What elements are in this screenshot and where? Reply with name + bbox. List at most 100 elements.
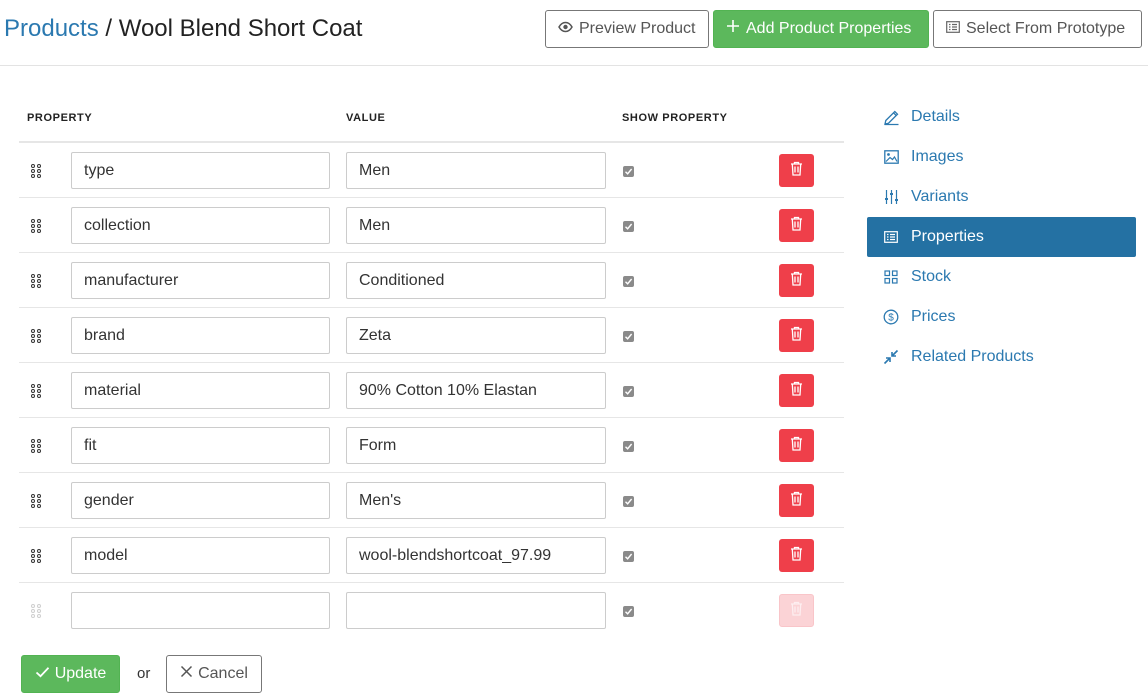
breadcrumb-products-link[interactable]: Products — [4, 15, 99, 42]
property-name-input[interactable] — [71, 152, 330, 189]
table-row — [19, 528, 844, 583]
drag-handle-icon[interactable] — [31, 219, 41, 233]
property-value-input[interactable] — [346, 262, 606, 299]
drag-handle-icon[interactable] — [31, 604, 41, 618]
sliders-icon — [882, 188, 900, 206]
property-value-input[interactable] — [346, 427, 606, 464]
show-property-checkbox[interactable] — [623, 166, 634, 177]
drag-handle-icon[interactable] — [31, 329, 41, 343]
nav-variants-label: Variants — [911, 188, 969, 205]
nav-properties[interactable]: Properties — [867, 217, 1136, 257]
select-from-prototype-button[interactable]: Select From Prototype — [933, 10, 1142, 48]
nav-stock-label: Stock — [911, 268, 952, 285]
drag-handle-icon[interactable] — [31, 274, 41, 288]
delete-property-button[interactable] — [779, 594, 814, 627]
update-label: Update — [54, 665, 107, 682]
table-row — [19, 418, 844, 473]
nav-properties-label: Properties — [911, 228, 984, 245]
delete-property-button[interactable] — [779, 539, 814, 572]
trash-icon — [790, 381, 803, 401]
nav-images[interactable]: Images — [867, 137, 1136, 177]
product-name: Wool Blend Short Coat — [118, 15, 363, 42]
property-column-header: PROPERTY — [27, 112, 93, 124]
add-product-properties-button[interactable]: Add Product Properties — [713, 10, 929, 48]
drag-handle-icon[interactable] — [31, 384, 41, 398]
nav-variants[interactable]: Variants — [867, 177, 1136, 217]
eye-icon — [558, 11, 573, 47]
show-property-checkbox[interactable] — [623, 276, 634, 287]
cancel-button[interactable]: Cancel — [166, 655, 262, 693]
property-name-input[interactable] — [71, 482, 330, 519]
property-value-input[interactable] — [346, 372, 606, 409]
property-name-input[interactable] — [71, 262, 330, 299]
preview-product-button[interactable]: Preview Product — [545, 10, 709, 48]
update-button[interactable]: Update — [21, 655, 120, 693]
show-property-checkbox[interactable] — [623, 441, 634, 452]
property-name-input[interactable] — [71, 207, 330, 244]
property-name-input[interactable] — [71, 317, 330, 354]
delete-property-button[interactable] — [779, 209, 814, 242]
delete-property-button[interactable] — [779, 374, 814, 407]
trash-icon — [790, 271, 803, 291]
nav-related-products[interactable]: Related Products — [867, 337, 1136, 377]
delete-property-button[interactable] — [779, 154, 814, 187]
show-property-checkbox[interactable] — [623, 551, 634, 562]
property-value-input[interactable] — [346, 207, 606, 244]
arrows-in-icon — [882, 348, 900, 366]
property-value-input[interactable] — [346, 592, 606, 629]
nav-images-label: Images — [911, 148, 964, 165]
table-row — [19, 473, 844, 528]
delete-property-button[interactable] — [779, 484, 814, 517]
show-property-checkbox[interactable] — [623, 496, 634, 507]
svg-text:$: $ — [888, 313, 894, 324]
property-value-input[interactable] — [346, 482, 606, 519]
drag-handle-icon[interactable] — [31, 494, 41, 508]
page-header: Products / Wool Blend Short Coat Preview… — [0, 0, 1148, 66]
show-property-column-header: SHOW PROPERTY — [622, 112, 728, 124]
property-name-input[interactable] — [71, 427, 330, 464]
drag-handle-icon[interactable] — [31, 164, 41, 178]
plus-icon — [726, 11, 740, 47]
drag-handle-icon[interactable] — [31, 439, 41, 453]
dollar-icon: $ — [882, 308, 900, 326]
show-property-checkbox[interactable] — [623, 221, 634, 232]
show-property-checkbox[interactable] — [623, 331, 634, 342]
breadcrumb-separator: / — [105, 15, 113, 42]
nav-prices[interactable]: $ Prices — [867, 297, 1136, 337]
property-name-input[interactable] — [71, 592, 330, 629]
add-product-properties-label: Add Product Properties — [746, 20, 912, 37]
nav-related-products-label: Related Products — [911, 348, 1034, 365]
table-row — [19, 308, 844, 363]
page-title: Products / Wool Blend Short Coat — [4, 14, 362, 44]
nav-stock[interactable]: Stock — [867, 257, 1136, 297]
delete-property-button[interactable] — [779, 319, 814, 352]
property-name-input[interactable] — [71, 537, 330, 574]
preview-product-label: Preview Product — [579, 20, 696, 37]
nav-details[interactable]: Details — [867, 97, 1136, 137]
trash-icon — [790, 436, 803, 456]
show-property-checkbox[interactable] — [623, 386, 634, 397]
delete-property-button[interactable] — [779, 264, 814, 297]
property-value-input[interactable] — [346, 152, 606, 189]
trash-icon — [790, 491, 803, 511]
value-column-header: VALUE — [346, 112, 386, 124]
property-value-input[interactable] — [346, 317, 606, 354]
trash-icon — [790, 326, 803, 346]
table-row — [19, 198, 844, 253]
nav-prices-label: Prices — [911, 308, 956, 325]
delete-property-button[interactable] — [779, 429, 814, 462]
close-icon — [180, 665, 193, 683]
trash-icon — [790, 161, 803, 181]
list-icon — [882, 228, 900, 246]
trash-icon — [790, 601, 803, 621]
or-text: or — [137, 665, 151, 682]
drag-handle-icon[interactable] — [31, 549, 41, 563]
property-value-input[interactable] — [346, 537, 606, 574]
grid-icon — [882, 268, 900, 286]
cancel-label: Cancel — [198, 665, 248, 682]
table-row — [19, 363, 844, 418]
nav-details-label: Details — [911, 108, 960, 125]
list-icon — [946, 11, 960, 47]
property-name-input[interactable] — [71, 372, 330, 409]
show-property-checkbox[interactable] — [623, 606, 634, 617]
